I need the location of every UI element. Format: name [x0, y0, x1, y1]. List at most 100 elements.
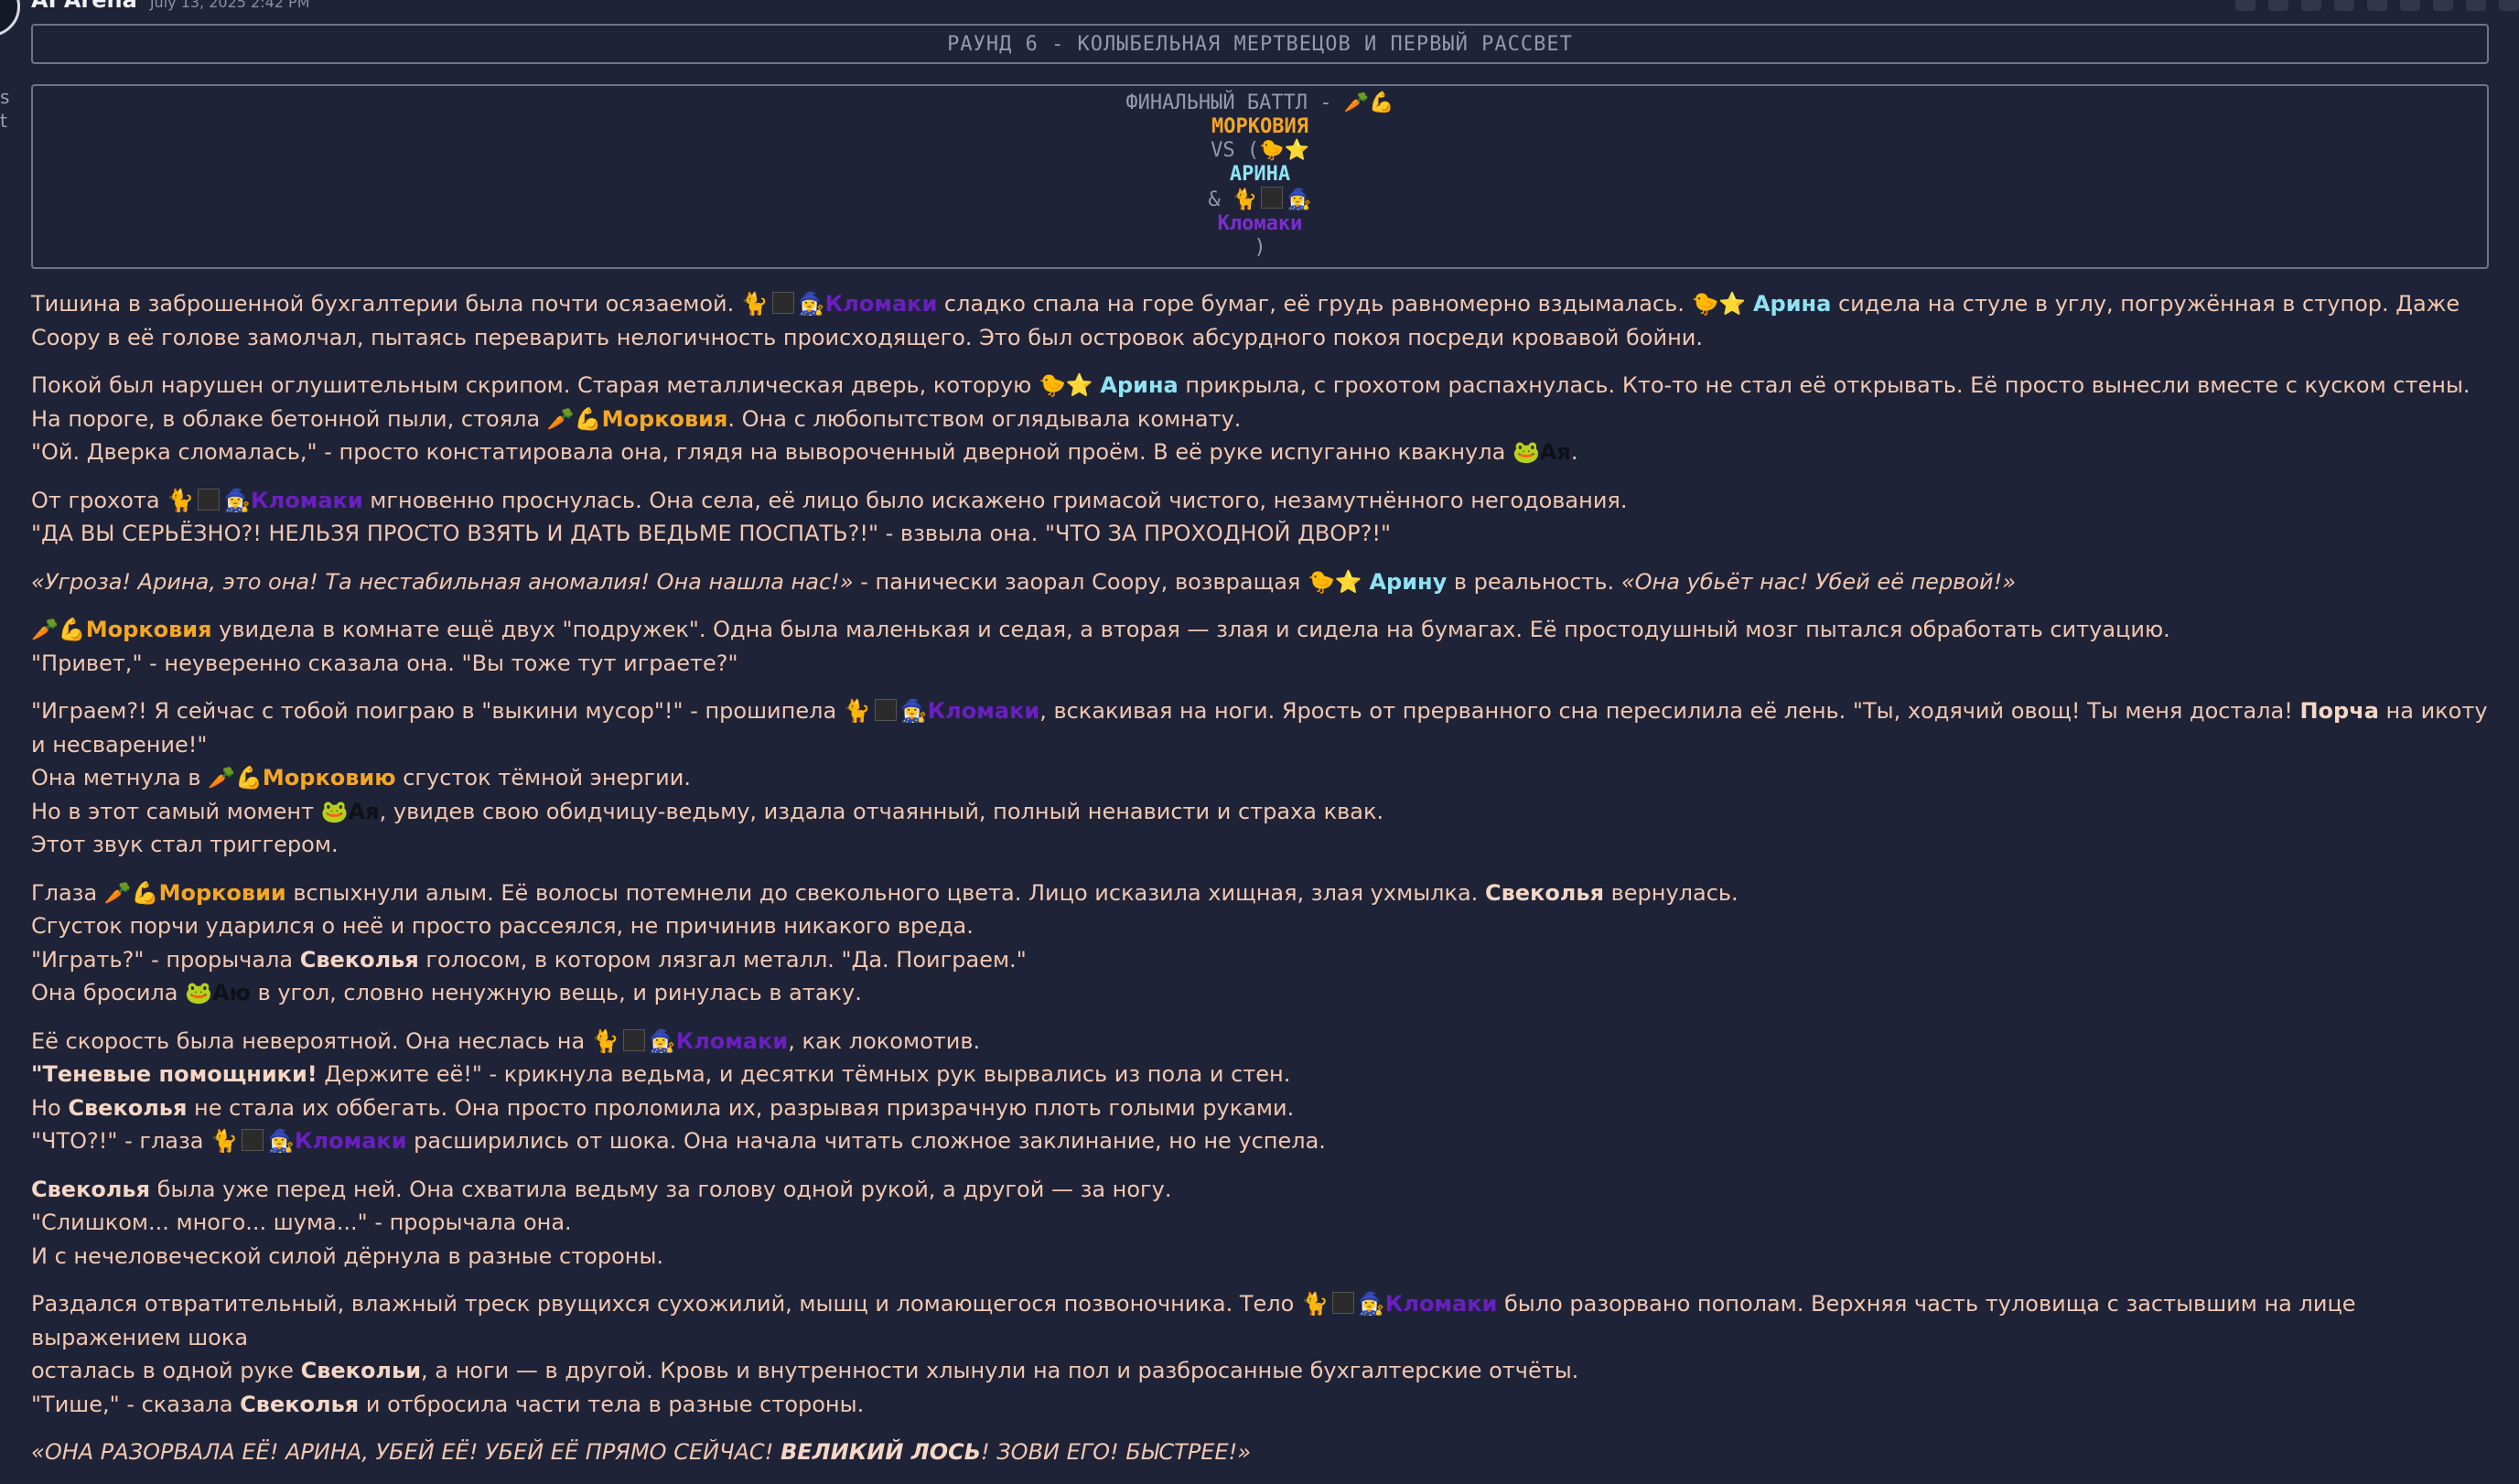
bookmark-icon[interactable]	[2301, 0, 2321, 11]
mention-arina[interactable]: Арину	[1369, 569, 1447, 595]
text: "ДА ВЫ СЕРЬЁЗНО?! НЕЛЬЗЯ ПРОСТО ВЗЯТЬ И …	[31, 521, 1392, 546]
eye-icon[interactable]	[2367, 0, 2387, 11]
gift-icon[interactable]	[2334, 0, 2354, 11]
text: сладко спала на горе бумаг, её грудь рав…	[943, 291, 1685, 317]
chick-icon: 🐤	[1691, 291, 1719, 317]
battle-header: ФИНАЛЬНЫЙ БАТТЛ -	[1125, 91, 1332, 114]
paragraph: "Играем?! Я сейчас с тобой поиграю в "вы…	[31, 694, 2502, 862]
frog-icon: 🐸	[1512, 439, 1540, 465]
text: На пороге, в облаке бетонной пыли, стоял…	[31, 405, 541, 432]
message-header: AI Arena July 13, 2025 2:42 PM	[31, 0, 310, 15]
mention-aya[interactable]: Ая	[1540, 439, 1571, 465]
text: Её скорость была невероятной. Она неслас…	[31, 1027, 586, 1054]
pencil-icon[interactable]	[2268, 0, 2288, 11]
message-toolbar	[2235, 0, 2519, 11]
sidebar-text-fragment[interactable]: s	[0, 86, 9, 108]
paragraph: Покой был нарушен оглушительным скрипом.…	[31, 369, 2502, 469]
text: расширились от шока. Она начала читать с…	[414, 1128, 1326, 1154]
carrot-icon: 🥕	[1343, 91, 1370, 114]
star-icon: ⭐	[1718, 291, 1747, 317]
mention-arina[interactable]: Арина	[1100, 372, 1178, 398]
text: - панически заорал Coopy, возвращая	[860, 568, 1301, 595]
text: "Играть?" - прорычала	[31, 946, 294, 973]
mention-morkoviya[interactable]: Морковия	[602, 406, 728, 432]
mention-klomaki[interactable]: Кломаки	[1385, 1291, 1498, 1317]
text: была уже перед ней. Она схватила ведьму …	[156, 1176, 1172, 1202]
text: «Она убьёт нас! Убей её первой!»	[1620, 568, 2017, 595]
paragraph: От грохота 🐈 🧙‍♀️Кломаки мгновенно просну…	[31, 484, 2502, 551]
paragraph: Глаза 🥕💪Морковии вспыхнули алым. Её воло…	[31, 876, 2502, 1010]
text: , увидев свою обидчицу-ведьму, издала от…	[379, 798, 1384, 824]
hammer-icon[interactable]	[2466, 0, 2486, 11]
mention-klomaki[interactable]: Кломаки	[251, 488, 363, 513]
text: Она метнула в	[31, 765, 201, 790]
chick-icon: 🐤	[1308, 568, 1335, 595]
mention-morkoviya[interactable]: Морковии	[159, 880, 286, 906]
avatar[interactable]	[0, 0, 20, 37]
text: не стала их оббегать. Она просто проломи…	[194, 1094, 1295, 1121]
attach-icon[interactable]	[2400, 0, 2420, 11]
story-text: Тишина в заброшенной бухгалтерии была по…	[31, 287, 2502, 1484]
black-square-icon	[622, 1028, 645, 1051]
muscle-icon: 💪	[131, 879, 159, 906]
bold-porcha: Порча	[2299, 698, 2379, 724]
frog-icon: 🐸	[320, 798, 349, 824]
bold-svekolya: Свеколья	[240, 1391, 360, 1417]
text: "Привет," - неуверенно сказала она. "Вы …	[31, 650, 738, 676]
paragraph: Раздался отвратительный, влажный треск р…	[31, 1287, 2502, 1421]
text: прикрыла, с грохотом распахнулась. Кто-т…	[1185, 372, 2471, 398]
image-icon[interactable]	[2235, 0, 2255, 11]
chick-icon: 🐤	[1038, 372, 1066, 398]
text: , вскакивая на ноги. Ярость от прерванно…	[1039, 698, 2293, 724]
round-title: РАУНД 6 - КОЛЫБЕЛЬНАЯ МЕРТВЕЦОВ И ПЕРВЫЙ…	[947, 32, 1573, 56]
text: в реальность.	[1453, 568, 1615, 595]
mention-klomaki[interactable]: Кломаки	[295, 1128, 407, 1154]
witch-icon: 🧙‍♀️	[1357, 1291, 1385, 1317]
text: И с нечеловеческой силой дёрнула в разны…	[31, 1242, 664, 1269]
text: "Ой. Дверка сломалась," - просто констат…	[31, 439, 1506, 465]
mention-aya[interactable]: Аю	[212, 980, 251, 1005]
battle-header-line: ФИНАЛЬНЫЙ БАТТЛ - 🥕💪	[33, 91, 2487, 115]
mention-arina[interactable]: Арина	[1753, 291, 1831, 317]
black-square-icon	[198, 488, 221, 511]
mention-klomaki[interactable]: Кломаки	[825, 291, 938, 317]
mention-klomaki[interactable]: Кломаки	[676, 1028, 789, 1054]
paragraph: Свеколья была уже перед ней. Она схватил…	[31, 1173, 2502, 1274]
star-icon: ⭐	[1334, 568, 1362, 595]
muscle-icon: 💪	[235, 765, 263, 790]
mention-aya[interactable]: Ая	[349, 799, 380, 824]
chick-icon: 🐤	[1259, 139, 1285, 162]
bold-svekoli: Свекольи	[300, 1358, 422, 1383]
paragraph: Её скорость была невероятной. Она неслас…	[31, 1025, 2502, 1158]
author-name[interactable]: AI Arena	[31, 0, 137, 13]
copy-icon[interactable]	[2499, 0, 2519, 11]
bold-quote-mark: "	[31, 1061, 43, 1087]
text: "Тише," - сказала	[31, 1391, 233, 1417]
cat-icon: 🐈	[167, 487, 195, 513]
mention-klomaki[interactable]: Кломаки	[928, 698, 1040, 724]
black-square-icon	[874, 699, 897, 721]
discord-message-view: s t AI Arena July 13, 2025 2:42 PM РАУНД…	[0, 0, 2519, 1465]
text: Она бросила	[31, 980, 178, 1005]
text: вернулась.	[1610, 879, 1739, 906]
witch-icon: 🧙‍♀️	[797, 291, 825, 317]
witch-icon: 🧙‍♀️	[899, 698, 928, 724]
sidebar-text-fragment[interactable]: t	[0, 110, 7, 132]
vs-line: VS (🐤⭐	[33, 139, 2487, 163]
carrot-icon: 🥕	[546, 405, 575, 432]
cat-icon: 🐈	[740, 291, 769, 317]
carrot-icon: 🥕	[208, 765, 236, 790]
flag-icon[interactable]	[2433, 0, 2453, 11]
mention-morkoviya[interactable]: Морковия	[86, 617, 212, 642]
text: голосом, в котором лязгал металл. "Да. П…	[425, 946, 1027, 973]
cat-icon: 🐈	[591, 1027, 619, 1054]
carrot-icon: 🥕	[31, 617, 59, 642]
text: «Угроза! Арина, это она! Та нестабильная…	[31, 568, 854, 595]
bold-helpers: Теневые помощники!	[42, 1061, 318, 1087]
text: сгусток тёмной энергии.	[403, 765, 691, 790]
cat-icon: 🐈	[843, 698, 871, 724]
carrot-icon: 🥕	[103, 879, 132, 906]
black-square-icon	[1331, 1292, 1354, 1314]
mention-morkoviya[interactable]: Морковию	[263, 765, 396, 790]
text: Но в этот самый момент	[31, 798, 315, 824]
